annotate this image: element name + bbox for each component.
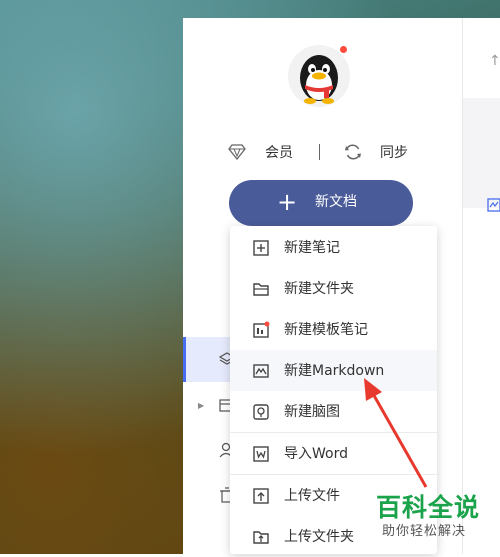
menu-item-label: 上传文件夹	[284, 529, 354, 545]
list-item[interactable]	[463, 98, 500, 212]
notification-badge	[340, 46, 347, 53]
sync-icon[interactable]	[344, 143, 362, 161]
qq-penguin-icon	[300, 55, 338, 104]
folder-icon	[253, 283, 269, 296]
new-note-icon	[253, 240, 269, 256]
menu-item-new-mindmap[interactable]: 新建脑图	[230, 391, 437, 432]
sidebar-item-latest[interactable]	[183, 337, 235, 382]
mindmap-icon	[253, 404, 269, 420]
expand-arrow-icon[interactable]: ▶	[198, 402, 204, 410]
menu-item-new-template-note[interactable]: 新建模板笔记	[230, 309, 437, 350]
diamond-icon[interactable]	[228, 144, 246, 160]
upload-file-icon	[253, 488, 269, 504]
divider	[319, 144, 320, 160]
menu-item-label: 新建脑图	[284, 404, 340, 420]
menu-item-label: 导入Word	[284, 446, 348, 462]
note-list-pane: ↑	[462, 18, 500, 554]
selection-indicator	[183, 337, 186, 382]
menu-item-import-word[interactable]: 导入Word	[230, 433, 437, 474]
sort-up-icon[interactable]: ↑	[489, 54, 500, 68]
menu-item-label: 上传文件	[284, 488, 340, 504]
sync-link[interactable]: 同步	[380, 144, 408, 162]
menu-item-new-note[interactable]: 新建笔记	[230, 227, 437, 268]
menu-item-label: 新建笔记	[284, 240, 340, 256]
markdown-icon	[253, 364, 269, 378]
menu-item-label: 新建模板笔记	[284, 322, 368, 338]
new-document-button[interactable]: + 新文档	[229, 180, 413, 226]
word-import-icon	[253, 446, 269, 462]
note-list-toolbar: ↑	[463, 18, 500, 99]
new-document-label: 新文档	[315, 194, 357, 210]
watermark-subtitle: 助你轻松解决	[382, 524, 467, 539]
vip-link[interactable]: 会员	[265, 144, 293, 162]
watermark-title: 百科全说	[376, 493, 481, 522]
document-icon	[487, 198, 500, 212]
account-actions: 会员 同步	[228, 142, 418, 164]
menu-item-new-folder[interactable]: 新建文件夹	[230, 268, 437, 309]
menu-item-label: 新建Markdown	[284, 363, 385, 379]
plus-icon: +	[277, 188, 298, 216]
upload-folder-icon	[253, 531, 269, 544]
menu-item-new-markdown[interactable]: 新建Markdown	[230, 350, 437, 391]
menu-item-label: 新建文件夹	[284, 281, 354, 297]
avatar[interactable]	[288, 45, 350, 107]
template-icon	[253, 321, 270, 338]
